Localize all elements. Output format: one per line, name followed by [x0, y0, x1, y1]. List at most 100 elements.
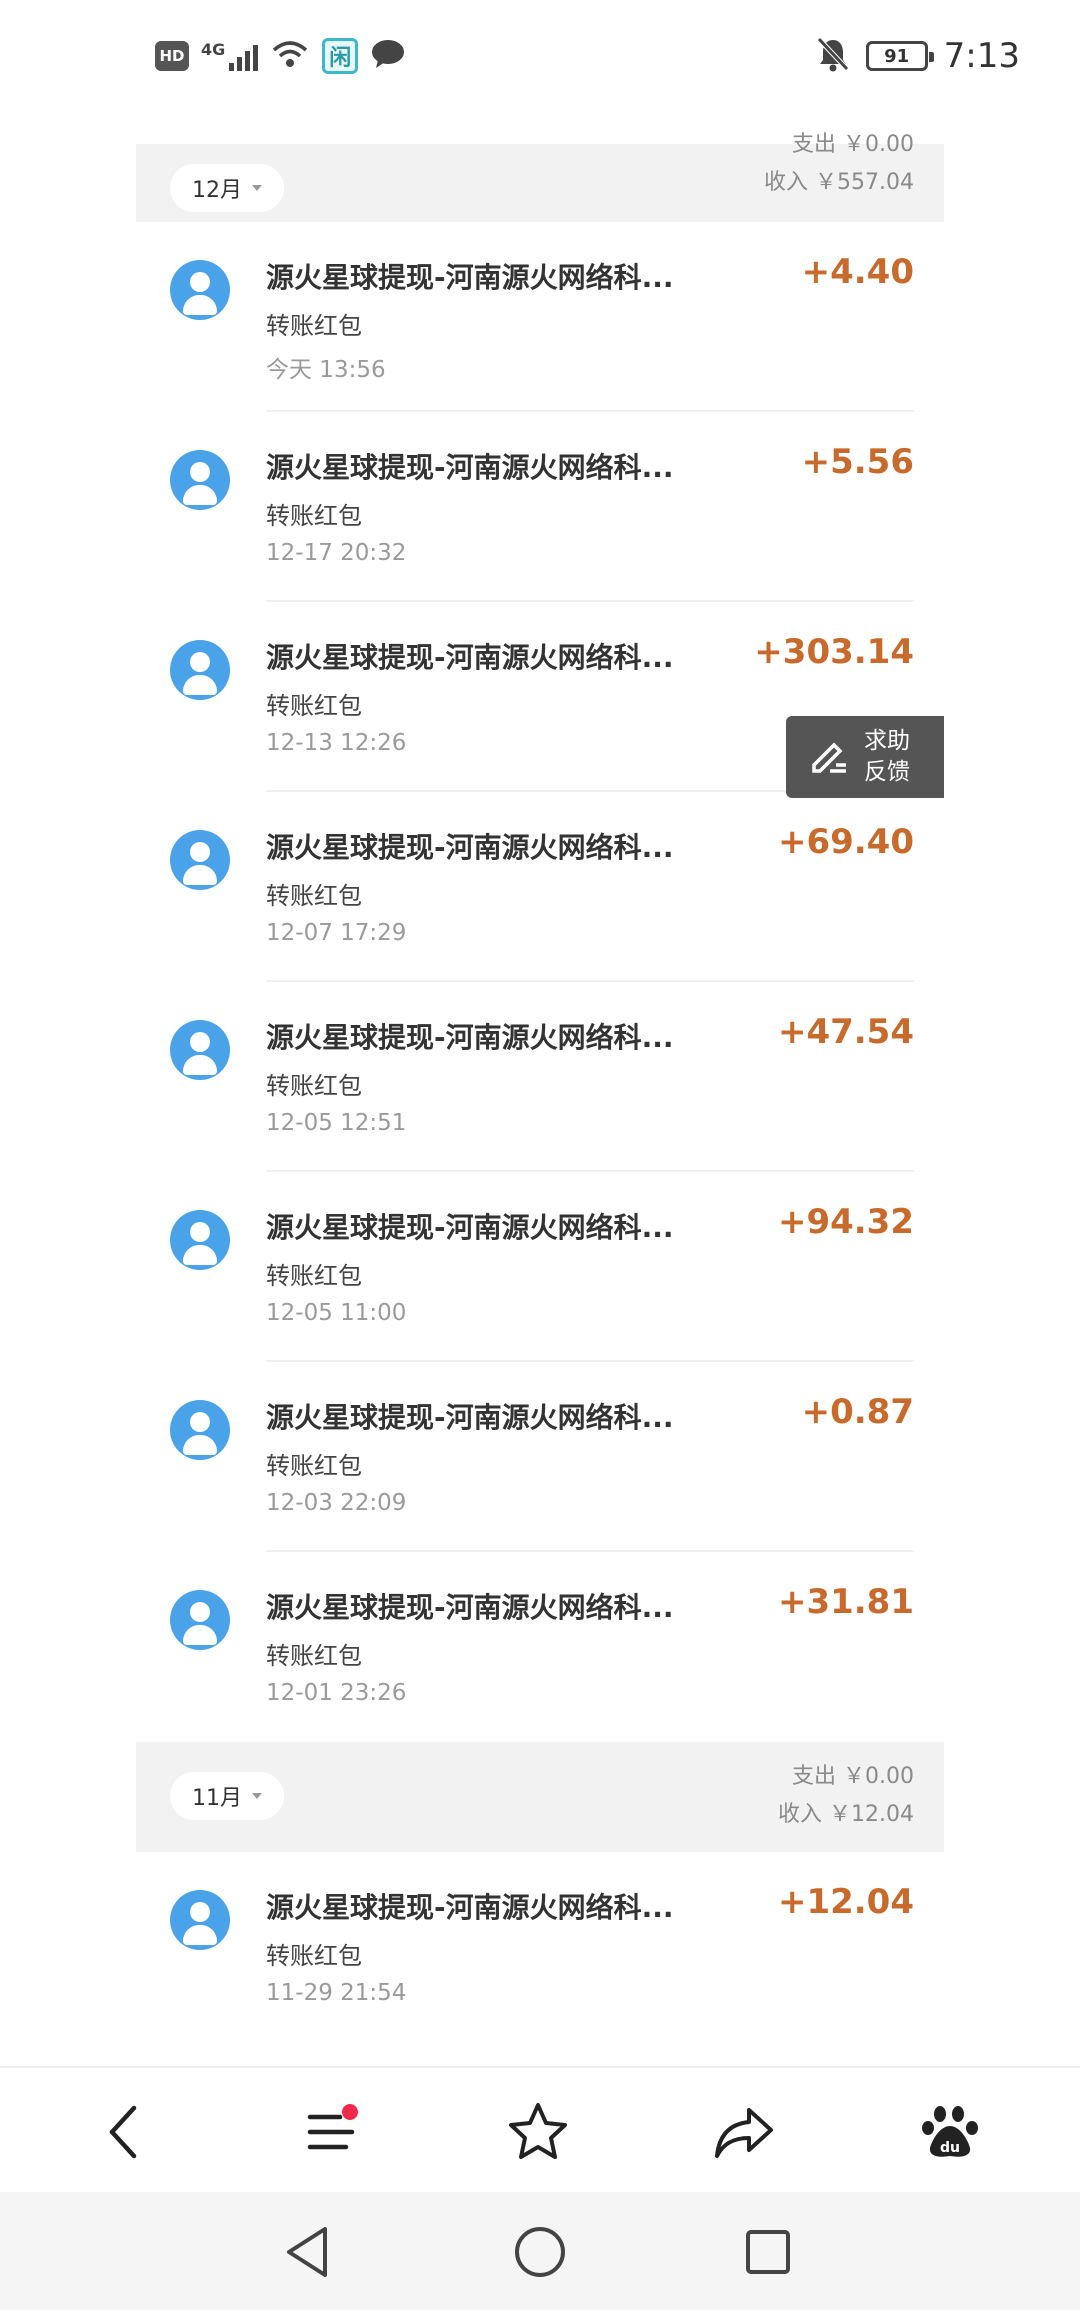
transaction-time: 12-13 12:26 [266, 730, 407, 756]
back-button[interactable] [88, 2096, 160, 2168]
month-selector-november[interactable]: 11月 [170, 1772, 284, 1820]
status-bar: HD 4G 闲 91 7:13 [0, 0, 1080, 126]
svg-text:du: du [940, 2140, 960, 2156]
transaction-type: 转账红包 [266, 1262, 362, 1290]
avatar-icon [170, 830, 230, 890]
month-label: 11月 [192, 1786, 242, 1811]
system-recents-button[interactable] [736, 2220, 800, 2284]
transaction-time: 今天 13:56 [266, 357, 386, 383]
transaction-row[interactable]: 源火星球提现-河南源火网络科... 转账红包 今天 13:56 +4.40 [136, 222, 944, 412]
browser-toolbar: du [0, 2066, 1080, 2192]
share-button[interactable] [708, 2096, 780, 2168]
month-header-december: 12月 支出 ￥0.00 收入 ￥557.04 [136, 132, 944, 222]
transaction-row[interactable]: 源火星球提现-河南源火网络科... 转账红包 12-07 17:29 +69.4… [136, 792, 944, 982]
transaction-name: 源火星球提现-河南源火网络科... [266, 1591, 674, 1624]
nav-home-icon [515, 2227, 565, 2277]
avatar-icon [170, 1590, 230, 1650]
network-type: 4G [201, 39, 226, 59]
nav-recents-icon [746, 2230, 790, 2274]
transaction-row[interactable]: 源火星球提现-河南源火网络科... 转账红包 12-01 23:26 +31.8… [136, 1552, 944, 1742]
transaction-amount: +0.87 [801, 1392, 914, 1432]
transaction-row[interactable]: 源火星球提现-河南源火网络科... 转账红包 12-17 20:32 +5.56 [136, 412, 944, 602]
transaction-name: 源火星球提现-河南源火网络科... [266, 1021, 674, 1054]
menu-button[interactable] [296, 2096, 368, 2168]
bill-list[interactable]: 12月 支出 ￥0.00 收入 ￥557.04 源火星球提现-河南源火网络科..… [136, 132, 944, 2042]
status-right: 91 7:13 [816, 36, 1020, 76]
transaction-row[interactable]: 源火星球提现-河南源火网络科... 转账红包 11-29 21:54 +12.0… [136, 1852, 944, 2042]
transaction-type: 转账红包 [266, 882, 362, 910]
income-total: 收入 ￥557.04 [764, 170, 914, 195]
month-summary: 支出 ￥0.00 收入 ￥12.04 [778, 1758, 914, 1834]
transaction-type: 转账红包 [266, 1072, 362, 1100]
feedback-line1: 求助 [864, 728, 910, 754]
baidu-paw-icon: du [922, 2106, 978, 2157]
transaction-type: 转账红包 [266, 1452, 362, 1480]
transaction-time: 12-05 11:00 [266, 1300, 407, 1326]
transaction-name: 源火星球提现-河南源火网络科... [266, 1211, 674, 1244]
mute-bell-icon [816, 36, 850, 76]
system-navigation-bar [0, 2192, 1080, 2310]
transaction-time: 12-07 17:29 [266, 920, 407, 946]
transaction-name: 源火星球提现-河南源火网络科... [266, 641, 674, 674]
expense-total: 支出 ￥0.00 [792, 132, 914, 157]
transaction-name: 源火星球提现-河南源火网络科... [266, 1401, 674, 1434]
transaction-type: 转账红包 [266, 312, 362, 340]
feedback-line2: 反馈 [864, 759, 910, 785]
transaction-row[interactable]: 源火星球提现-河南源火网络科... 转账红包 12-03 22:09 +0.87 [136, 1362, 944, 1552]
avatar-icon [170, 640, 230, 700]
transaction-amount: +47.54 [777, 1012, 914, 1052]
avatar-icon [170, 1210, 230, 1270]
share-icon [715, 2108, 773, 2158]
help-feedback-button[interactable]: 求助 反馈 [786, 716, 944, 798]
avatar-icon [170, 1020, 230, 1080]
avatar-icon [170, 260, 230, 320]
app-notification-icon: 闲 [322, 38, 359, 74]
month-summary: 支出 ￥0.00 收入 ￥557.04 [764, 126, 914, 202]
favorite-button[interactable] [502, 2096, 574, 2168]
caret-down-icon [252, 185, 262, 191]
system-back-button[interactable] [276, 2220, 340, 2284]
income-total: 收入 ￥12.04 [778, 1802, 914, 1827]
back-icon [109, 2105, 137, 2159]
transaction-amount: +69.40 [777, 822, 914, 862]
wifi-icon [270, 38, 310, 74]
status-left: HD 4G 闲 [155, 38, 406, 74]
caret-down-icon [252, 1793, 262, 1799]
transaction-amount: +31.81 [777, 1582, 914, 1622]
hd-icon: HD [155, 41, 189, 71]
transaction-time: 12-03 22:09 [266, 1490, 407, 1516]
transaction-amount: +5.56 [801, 442, 914, 482]
battery-icon: 91 [865, 41, 934, 71]
transaction-amount: +303.14 [754, 632, 914, 672]
transaction-time: 12-05 12:51 [266, 1110, 407, 1136]
notification-dot [342, 2104, 358, 2120]
clock: 7:13 [943, 36, 1020, 76]
message-icon [370, 38, 406, 74]
nav-back-icon [287, 2227, 327, 2277]
transaction-row[interactable]: 源火星球提现-河南源火网络科... 转账红包 12-05 11:00 +94.3… [136, 1172, 944, 1362]
transaction-time: 11-29 21:54 [266, 1980, 407, 2006]
transaction-type: 转账红包 [266, 1642, 362, 1670]
transaction-type: 转账红包 [266, 502, 362, 530]
avatar-icon [170, 1890, 230, 1950]
edit-pen-icon [806, 735, 850, 779]
transaction-amount: +94.32 [777, 1202, 914, 1242]
baidu-button[interactable]: du [914, 2096, 986, 2168]
transaction-name: 源火星球提现-河南源火网络科... [266, 1891, 674, 1924]
transaction-amount: +4.40 [801, 252, 914, 292]
transaction-name: 源火星球提现-河南源火网络科... [266, 451, 674, 484]
transaction-row[interactable]: 源火星球提现-河南源火网络科... 转账红包 12-05 12:51 +47.5… [136, 982, 944, 1172]
month-selector-december[interactable]: 12月 [170, 164, 284, 212]
system-home-button[interactable] [508, 2220, 572, 2284]
star-icon [509, 2103, 567, 2159]
transaction-time: 12-17 20:32 [266, 540, 407, 566]
expense-total: 支出 ￥0.00 [792, 1764, 914, 1789]
transaction-time: 12-01 23:26 [266, 1680, 407, 1706]
avatar-icon [170, 1400, 230, 1460]
month-label: 12月 [192, 178, 242, 203]
transaction-type: 转账红包 [266, 1942, 362, 1970]
signal-icon [229, 41, 259, 71]
feedback-label: 求助 反馈 [864, 726, 910, 788]
transaction-name: 源火星球提现-河南源火网络科... [266, 261, 674, 294]
transaction-type: 转账红包 [266, 692, 362, 720]
